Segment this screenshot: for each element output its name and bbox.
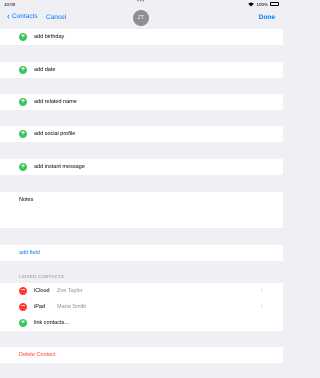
add-field-row[interactable]: add field: [0, 245, 283, 261]
back-label: Contacts: [12, 13, 38, 20]
status-right: 100%: [248, 2, 279, 7]
plus-icon: +: [19, 98, 27, 106]
linked-name: Zoe Taylor: [57, 288, 83, 294]
avatar[interactable]: ZT: [133, 10, 149, 26]
add-birthday-row[interactable]: + add birthday: [0, 29, 283, 45]
add-instant-message-row[interactable]: + add instant message: [0, 159, 283, 175]
battery-percent: 100%: [256, 1, 268, 7]
multitasking-dots[interactable]: •••: [137, 0, 145, 5]
add-social-profile-row[interactable]: + add social profile: [0, 126, 283, 142]
chevron-left-icon: ‹: [7, 11, 10, 21]
nav-bar: ‹ Contacts Cancel ZT Done: [0, 8, 283, 28]
plus-icon: +: [19, 66, 27, 74]
add-related-name-label: add related name: [34, 99, 77, 105]
minus-icon[interactable]: −: [19, 303, 27, 311]
add-social-profile-label: add social profile: [34, 131, 76, 137]
plus-icon: +: [19, 163, 27, 171]
link-contacts-label: link contacts...: [34, 320, 69, 326]
chevron-right-icon: ›: [260, 287, 263, 294]
minus-icon[interactable]: −: [19, 287, 27, 295]
cancel-button[interactable]: Cancel: [46, 14, 66, 21]
plus-icon: +: [19, 33, 27, 41]
add-date-label: add date: [34, 67, 56, 73]
delete-contact-label: Delete Contact: [19, 352, 56, 358]
notes-label: Notes: [19, 197, 34, 203]
battery-icon: [270, 2, 279, 6]
wifi-icon: [248, 2, 255, 6]
done-button[interactable]: Done: [259, 14, 275, 21]
add-field-label: add field: [19, 250, 40, 256]
add-related-name-row[interactable]: + add related name: [0, 94, 283, 110]
add-birthday-label: add birthday: [34, 34, 65, 40]
link-contacts-row[interactable]: + link contacts...: [0, 315, 283, 331]
add-instant-message-label: add instant message: [34, 164, 85, 170]
linked-name: Maria Smith: [57, 304, 87, 310]
status-time: 10:00: [4, 1, 16, 7]
notes-field[interactable]: Notes: [0, 192, 283, 228]
add-date-row[interactable]: + add date: [0, 62, 283, 78]
plus-icon: +: [19, 130, 27, 138]
linked-contact-row[interactable]: − iPad Maria Smith ›: [0, 299, 283, 315]
back-button[interactable]: ‹ Contacts: [7, 11, 38, 21]
delete-contact-button[interactable]: Delete Contact: [0, 347, 283, 363]
plus-icon: +: [19, 319, 27, 327]
status-bar: 10:00 ••• 100%: [0, 0, 283, 8]
linked-source: iPad: [34, 304, 46, 310]
linked-contacts-header: LINKED CONTACTS: [19, 274, 64, 279]
linked-source: iCloud: [34, 288, 50, 294]
linked-contact-row[interactable]: − iCloud Zoe Taylor ›: [0, 283, 283, 299]
chevron-right-icon: ›: [260, 303, 263, 310]
